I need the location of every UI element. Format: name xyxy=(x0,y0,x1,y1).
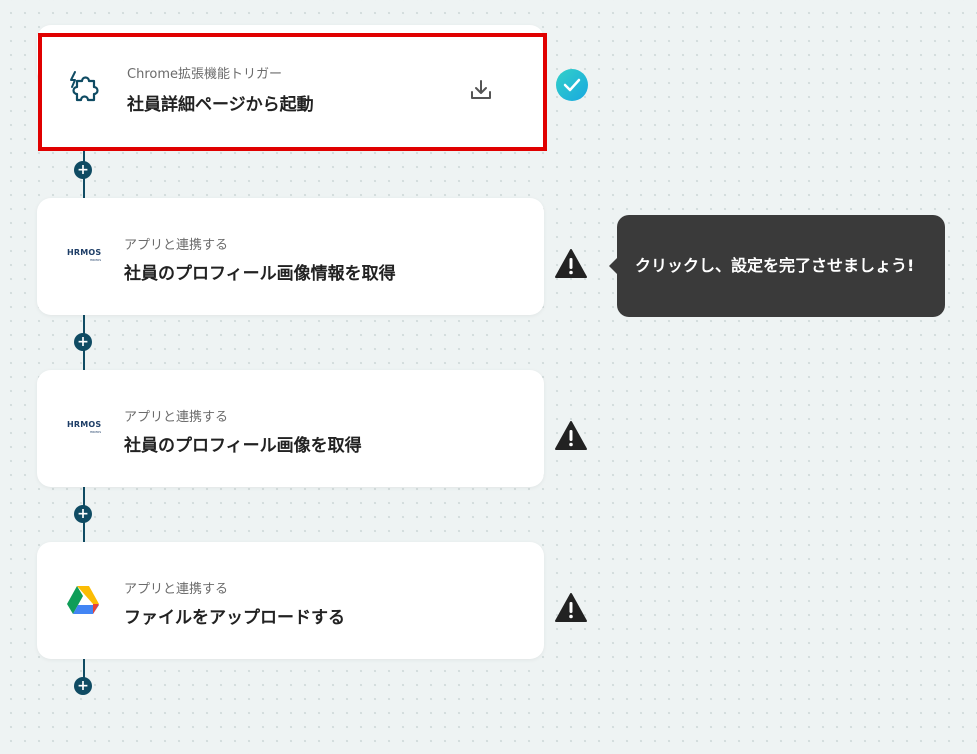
check-icon xyxy=(555,68,589,102)
hrmos-logo-subtext: HRMOS xyxy=(90,430,102,434)
step-subtitle: アプリと連携する xyxy=(124,238,229,253)
step-title: ファイルをアップロードする xyxy=(124,608,345,628)
warning-icon xyxy=(554,591,588,625)
flow-step-app[interactable]: HRMOS HRMOS アプリと連携する 社員のプロフィール画像を取得 xyxy=(37,370,544,487)
add-step-button[interactable]: + xyxy=(74,677,92,695)
puzzle-icon xyxy=(66,69,106,107)
google-drive-icon xyxy=(63,581,103,619)
flow-step-app[interactable]: アプリと連携する ファイルをアップロードする xyxy=(37,542,544,659)
warning-icon xyxy=(554,247,588,281)
download-icon[interactable] xyxy=(467,76,495,104)
step-subtitle: アプリと連携する xyxy=(124,410,229,425)
step-title: 社員詳細ページから起動 xyxy=(127,95,314,115)
hrmos-logo: HRMOS HRMOS xyxy=(65,409,105,447)
step-title: 社員のプロフィール画像を取得 xyxy=(124,436,362,456)
warning-icon xyxy=(554,419,588,453)
add-step-button[interactable]: + xyxy=(74,333,92,351)
step-title: 社員のプロフィール画像情報を取得 xyxy=(124,264,396,284)
add-step-button[interactable]: + xyxy=(74,505,92,523)
step-subtitle: Chrome拡張機能トリガー xyxy=(127,67,282,82)
tooltip-text: クリックし、設定を完了させましょう! xyxy=(635,256,915,275)
flow-step-app[interactable]: HRMOS HRMOS アプリと連携する 社員のプロフィール画像情報を取得 xyxy=(37,198,544,315)
hrmos-logo: HRMOS HRMOS xyxy=(65,237,105,275)
setup-tooltip: クリックし、設定を完了させましょう! xyxy=(609,215,945,317)
add-step-button[interactable]: + xyxy=(74,161,92,179)
hrmos-logo-text: HRMOS xyxy=(67,248,102,257)
hrmos-logo-subtext: HRMOS xyxy=(90,258,102,262)
step-subtitle: アプリと連携する xyxy=(124,582,229,597)
flow-step-trigger[interactable]: Chrome拡張機能トリガー 社員詳細ページから起動 xyxy=(38,33,547,151)
hrmos-logo-text: HRMOS xyxy=(67,420,102,429)
